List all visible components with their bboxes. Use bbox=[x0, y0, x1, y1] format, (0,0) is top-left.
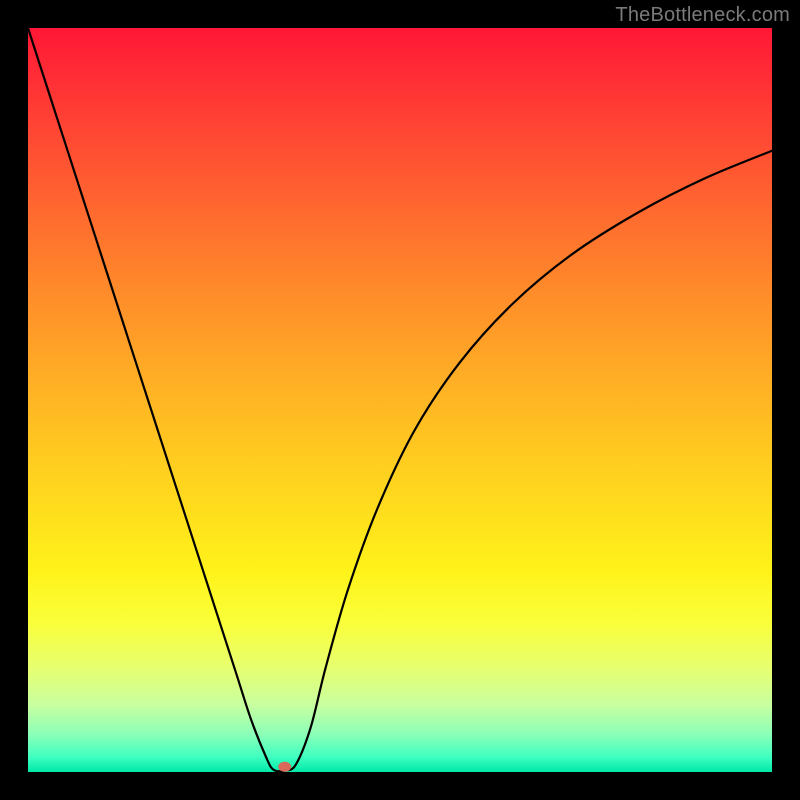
watermark-text: TheBottleneck.com bbox=[615, 4, 790, 27]
chart-svg bbox=[28, 28, 772, 772]
chart-plot-area bbox=[28, 28, 772, 772]
minimum-marker bbox=[278, 762, 291, 772]
chart-frame: TheBottleneck.com bbox=[0, 0, 800, 800]
bottleneck-curve bbox=[28, 28, 772, 771]
